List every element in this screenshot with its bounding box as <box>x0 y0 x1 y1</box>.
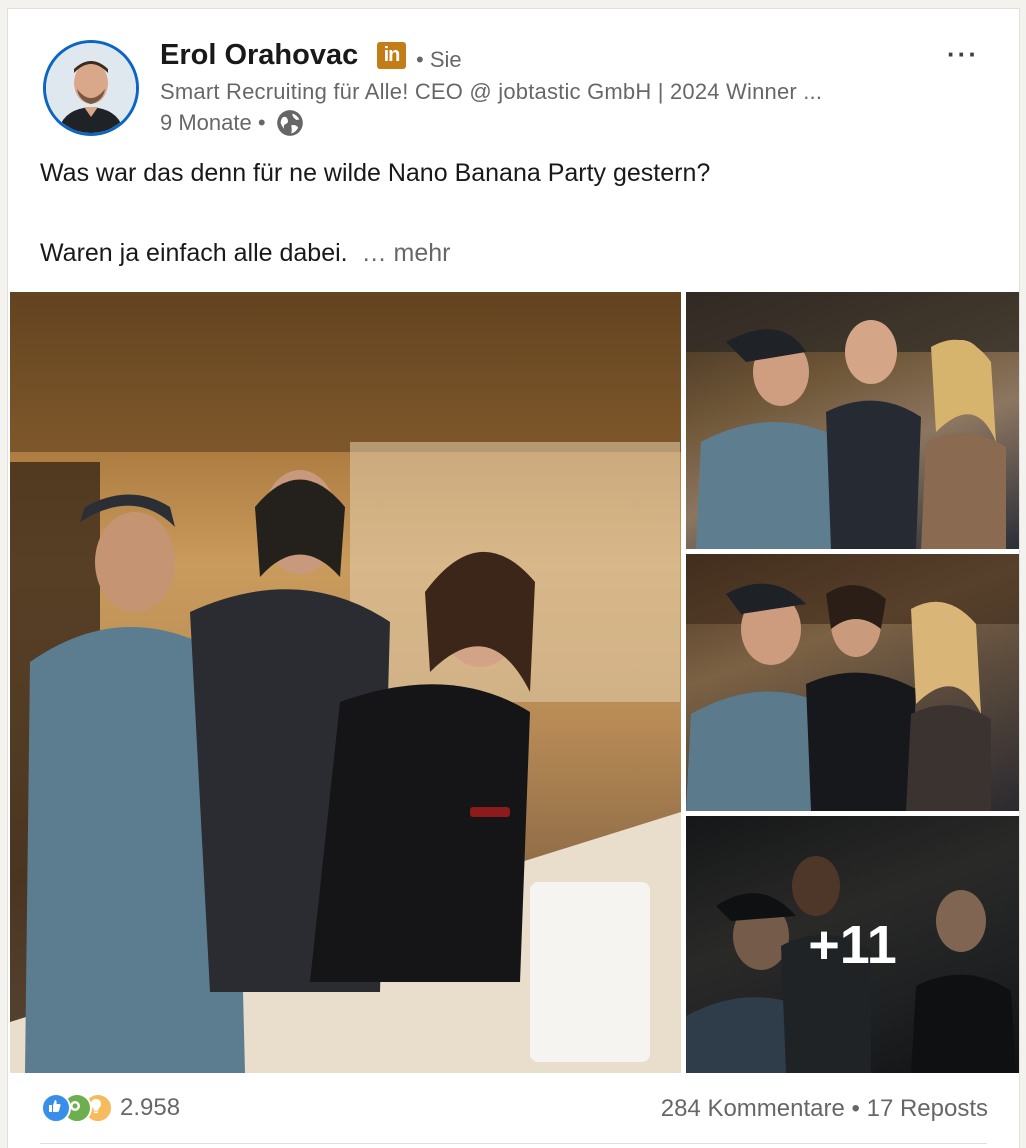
social-separator: • <box>851 1095 860 1122</box>
globe-icon <box>276 110 303 136</box>
image-3-scene <box>686 554 1019 811</box>
like-icon <box>41 1093 71 1123</box>
comments-count-link[interactable]: 284 Kommentare <box>661 1095 845 1122</box>
divider <box>40 1143 987 1144</box>
post-text-line-1: Was war das denn für ne wilde Nano Banan… <box>40 159 711 187</box>
reposts-count-link[interactable]: 17 Reposts <box>867 1095 988 1122</box>
post-card: Erol Orahovac in • Sie Smart Recruiting … <box>7 8 1020 1148</box>
post-image-2[interactable] <box>686 292 1019 549</box>
post-text-line-2: Waren ja einfach alle dabei. … mehr <box>40 239 451 268</box>
author-name[interactable]: Erol Orahovac <box>160 39 358 72</box>
post-time: 9 Monate • <box>160 110 266 135</box>
more-images-overlay[interactable]: +11 <box>686 816 1019 1073</box>
post-text-line-2-content: Waren ja einfach alle dabei. <box>40 239 348 267</box>
social-counts: 284 Kommentare • 17 Reposts <box>661 1095 988 1123</box>
reactions-summary[interactable]: 2.958 <box>41 1093 180 1123</box>
more-options-button[interactable]: ··· <box>947 39 979 70</box>
author-headline: Smart Recruiting für Alle! CEO @ jobtast… <box>160 79 823 104</box>
author-avatar[interactable] <box>43 40 139 136</box>
image-2-scene <box>686 292 1019 549</box>
avatar-photo <box>46 43 136 133</box>
linkedin-premium-icon: in <box>377 42 406 69</box>
see-more-link[interactable]: … mehr <box>362 239 451 267</box>
post-image-3[interactable] <box>686 554 1019 811</box>
image-main-scene <box>10 292 681 1073</box>
connection-degree: • Sie <box>416 47 462 72</box>
post-meta: 9 Monate • <box>160 109 304 137</box>
reaction-count: 2.958 <box>120 1094 181 1121</box>
post-image-4[interactable]: +11 <box>686 816 1019 1073</box>
post-image-main[interactable] <box>10 292 681 1073</box>
